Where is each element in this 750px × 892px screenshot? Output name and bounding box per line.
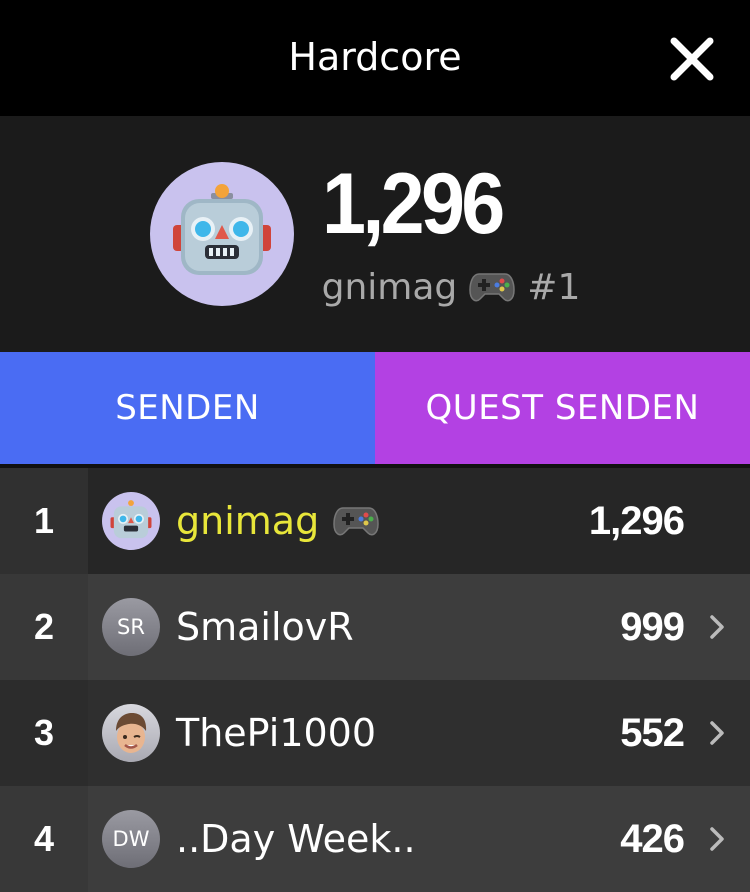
page-title: Hardcore: [288, 35, 462, 79]
score-hero: 1,296 gnimag #1: [0, 116, 750, 352]
action-buttons: SENDEN QUEST SENDEN: [0, 352, 750, 464]
leaderboard-list: 1 gnimag 1,296 2 SR SmailovR 999 3 ThePi…: [0, 468, 750, 892]
rank-number: 2: [0, 574, 88, 680]
gamepad-icon: [469, 270, 516, 304]
leaderboard-row[interactable]: 2 SR SmailovR 999: [0, 574, 750, 680]
player-score: 999: [620, 604, 685, 649]
player-name: ThePi1000: [176, 711, 377, 755]
send-button[interactable]: SENDEN: [0, 352, 375, 464]
quest-send-button[interactable]: QUEST SENDEN: [375, 352, 750, 464]
memoji-icon: [102, 704, 160, 762]
player-name: gnimag: [321, 266, 458, 308]
leaderboard-row[interactable]: 3 ThePi1000 552: [0, 680, 750, 786]
robot-emoji-icon: [102, 492, 160, 550]
player-name: gnimag: [176, 499, 320, 543]
robot-emoji-icon: [149, 162, 294, 306]
player-rank: #1: [527, 266, 581, 308]
rank-number: 4: [0, 786, 88, 892]
avatar: SR: [102, 598, 160, 656]
avatar: DW: [102, 810, 160, 868]
rank-number: 1: [0, 468, 88, 574]
chevron-right-icon[interactable]: [708, 825, 726, 853]
player-name: ..Day Week..: [176, 817, 416, 861]
leaderboard-row: 1 gnimag 1,296: [0, 468, 750, 574]
close-icon[interactable]: [668, 35, 716, 83]
gamepad-icon: [333, 504, 379, 538]
total-score: 1,296: [321, 155, 505, 252]
player-line: gnimag #1: [322, 267, 581, 308]
player-score: 552: [620, 710, 685, 755]
player-score: 426: [620, 816, 685, 861]
chevron-right-icon[interactable]: [708, 719, 726, 747]
player-summary: 1,296 gnimag #1: [322, 161, 581, 308]
chevron-right-icon[interactable]: [708, 613, 726, 641]
player-score: 1,296: [588, 498, 685, 543]
leaderboard-row[interactable]: 4 DW ..Day Week.. 426: [0, 786, 750, 892]
player-name: SmailovR: [176, 605, 354, 649]
header-bar: Hardcore: [0, 0, 750, 116]
rank-number: 3: [0, 680, 88, 786]
